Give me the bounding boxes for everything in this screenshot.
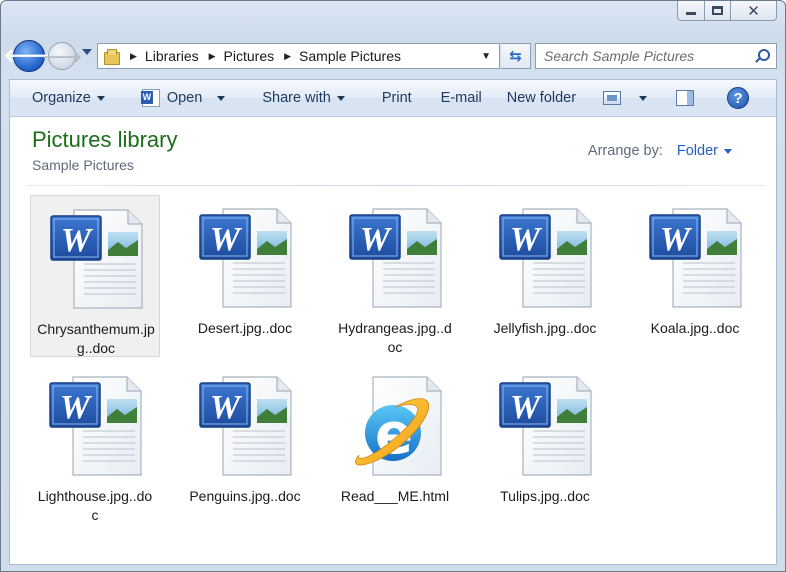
word-doc-icon: W bbox=[47, 373, 143, 479]
recent-pages-chevron-down-icon[interactable] bbox=[82, 49, 92, 55]
chevron-down-icon bbox=[96, 95, 105, 101]
help-button[interactable]: ? bbox=[705, 80, 760, 116]
file-item[interactable]: W Tulips.jpg..doc bbox=[480, 363, 610, 525]
folder-icon bbox=[104, 49, 120, 65]
view-icon bbox=[603, 91, 622, 105]
file-item[interactable]: W Desert.jpg..doc bbox=[180, 195, 310, 357]
svg-text:W: W bbox=[210, 221, 243, 258]
chevron-down-icon[interactable] bbox=[724, 148, 732, 154]
word-doc-icon: W bbox=[497, 205, 593, 311]
svg-text:W: W bbox=[210, 389, 243, 426]
print-label: Print bbox=[381, 90, 412, 106]
library-subtitle: Sample Pictures bbox=[32, 157, 134, 173]
file-item[interactable]: W Hydrangeas.jpg..doc bbox=[330, 195, 460, 357]
search-icon[interactable] bbox=[754, 48, 770, 64]
file-name: Hydrangeas.jpg..doc bbox=[338, 320, 452, 355]
file-item[interactable]: W Jellyfish.jpg..doc bbox=[480, 195, 610, 357]
search-input[interactable]: Search Sample Pictures bbox=[535, 43, 777, 69]
refresh-button[interactable]: ⇆ bbox=[501, 43, 531, 69]
preview-pane-icon bbox=[676, 90, 695, 106]
caption-buttons: ✕ bbox=[677, 1, 777, 23]
arrange-by-label: Arrange by: bbox=[587, 143, 663, 159]
breadcrumb-separator-icon[interactable]: ▶ bbox=[209, 51, 216, 62]
navigation-bar: 🡐 🡒 ▶ Libraries ▶ Pictures ▶ Sample Pict… bbox=[4, 37, 777, 75]
ie-html-icon: e bbox=[347, 373, 443, 479]
command-bar: Organize Open Share with Print E-mail Ne… bbox=[9, 79, 777, 117]
change-view-button[interactable] bbox=[587, 80, 658, 116]
word-app-icon bbox=[140, 89, 160, 107]
share-with-menu[interactable]: Share with bbox=[236, 80, 356, 116]
back-button[interactable]: 🡐 bbox=[4, 40, 54, 72]
svg-text:W: W bbox=[510, 221, 543, 258]
word-doc-icon: W bbox=[497, 373, 593, 479]
chevron-down-icon[interactable] bbox=[639, 95, 648, 101]
file-list-pane[interactable]: Pictures library Sample Pictures Arrange… bbox=[9, 117, 777, 565]
file-name: Desert.jpg..doc bbox=[197, 320, 293, 336]
maximize-button[interactable] bbox=[705, 1, 731, 21]
organize-menu[interactable]: Organize bbox=[10, 80, 116, 116]
file-name: Koala.jpg..doc bbox=[650, 320, 740, 336]
organize-label: Organize bbox=[32, 90, 91, 106]
file-name: Jellyfish.jpg..doc bbox=[493, 320, 597, 336]
search-placeholder: Search Sample Pictures bbox=[544, 48, 695, 64]
forward-arrow-icon: 🡒 bbox=[41, 48, 83, 66]
maximize-icon bbox=[712, 6, 723, 15]
chevron-down-icon bbox=[336, 95, 345, 101]
minimize-button[interactable] bbox=[677, 1, 705, 21]
file-name: Chrysanthemum.jpg..doc bbox=[37, 321, 155, 356]
word-doc-icon: W bbox=[647, 205, 743, 311]
chevron-down-icon[interactable] bbox=[217, 95, 226, 101]
breadcrumb-pictures[interactable]: Pictures bbox=[224, 48, 275, 64]
breadcrumb-libraries[interactable]: Libraries bbox=[145, 48, 199, 64]
file-item[interactable]: W Penguins.jpg..doc bbox=[180, 363, 310, 525]
word-doc-icon: W bbox=[48, 206, 144, 312]
close-button[interactable]: ✕ bbox=[731, 1, 777, 21]
file-name: Read___ME.html bbox=[340, 488, 450, 504]
forward-button[interactable]: 🡒 bbox=[42, 42, 82, 70]
file-item[interactable]: W Chrysanthemum.jpg..doc bbox=[30, 195, 160, 357]
file-item[interactable]: W Koala.jpg..doc bbox=[630, 195, 760, 357]
word-doc-icon: W bbox=[347, 205, 443, 311]
close-icon: ✕ bbox=[747, 2, 760, 20]
svg-text:W: W bbox=[660, 221, 693, 258]
arrange-by-dropdown[interactable]: Folder bbox=[677, 143, 718, 159]
file-item[interactable]: e Read___ME.html bbox=[330, 363, 460, 525]
breadcrumb-separator-icon[interactable]: ▶ bbox=[284, 51, 291, 62]
file-name: Penguins.jpg..doc bbox=[189, 488, 301, 504]
arrange-by: Arrange by: Folder bbox=[588, 143, 732, 159]
new-folder-label: New folder bbox=[506, 90, 577, 106]
svg-text:W: W bbox=[360, 221, 393, 258]
explorer-window: ✕ 🡐 🡒 ▶ Libraries ▶ Pictures ▶ Sample Pi… bbox=[0, 0, 786, 572]
word-doc-icon: W bbox=[197, 373, 293, 479]
svg-text:W: W bbox=[60, 389, 93, 426]
word-doc-icon: W bbox=[197, 205, 293, 311]
print-button[interactable]: Print bbox=[356, 80, 423, 116]
address-dropdown-chevron-down-icon[interactable]: ▼ bbox=[481, 51, 491, 62]
preview-pane-button[interactable] bbox=[658, 80, 705, 116]
email-label: E-mail bbox=[440, 90, 482, 106]
file-name: Lighthouse.jpg..doc bbox=[37, 488, 153, 523]
minimize-icon bbox=[686, 12, 696, 15]
svg-text:W: W bbox=[61, 222, 94, 259]
file-name: Tulips.jpg..doc bbox=[500, 488, 590, 504]
refresh-icon: ⇆ bbox=[509, 48, 522, 65]
address-bar[interactable]: ▶ Libraries ▶ Pictures ▶ Sample Pictures… bbox=[97, 43, 500, 69]
open-label: Open bbox=[166, 90, 203, 106]
email-button[interactable]: E-mail bbox=[423, 80, 493, 116]
breadcrumb-sample-pictures[interactable]: Sample Pictures bbox=[299, 48, 401, 64]
file-item[interactable]: W Lighthouse.jpg..doc bbox=[30, 363, 160, 525]
breadcrumb-separator-icon[interactable]: ▶ bbox=[130, 51, 137, 62]
header-divider bbox=[26, 185, 766, 186]
new-folder-button[interactable]: New folder bbox=[493, 80, 587, 116]
library-title: Pictures library bbox=[32, 127, 178, 152]
help-icon: ? bbox=[727, 87, 750, 109]
open-button[interactable]: Open bbox=[116, 80, 236, 116]
svg-text:W: W bbox=[510, 389, 543, 426]
share-with-label: Share with bbox=[262, 90, 331, 106]
